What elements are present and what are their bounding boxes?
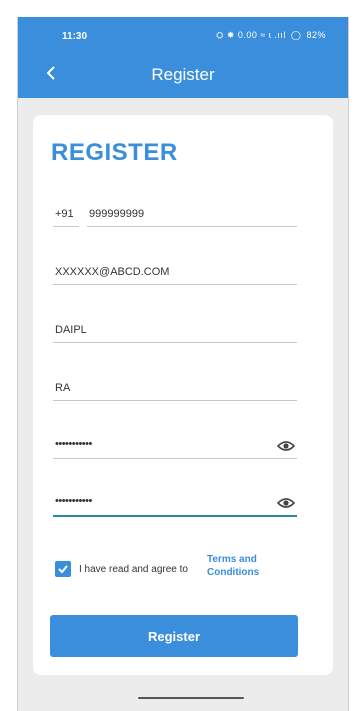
register-card: REGISTER +91 999999999 XXXXXX@ABCD.COM D… [33,115,333,675]
name-value: RA [55,382,71,394]
terms-checkbox[interactable] [55,561,71,577]
app-bar: 11:30 ⛭ ✸ 0.00 ≈ ɩ .ııl ◯ 82% Register [18,17,348,98]
phone-frame: 11:30 ⛭ ✸ 0.00 ≈ ɩ .ııl ◯ 82% Register R… [17,17,349,711]
page-title: Register [151,65,215,84]
status-icons: ⛭ ✸ 0.00 ≈ ɩ .ııl ◯ 82% [214,30,326,41]
phone-field-row: +91 999999999 [53,197,297,227]
consent-label: I have read and agree to [79,564,188,575]
country-code-field[interactable]: +91 [53,197,79,227]
status-indicators: ⛭ ✸ 0.00 ≈ ɩ .ııl [216,30,286,40]
name-field[interactable]: RA [53,371,297,401]
battery-level: 82% [306,30,326,40]
terms-consent: I have read and agree to Terms and Condi… [53,554,303,591]
password-value: ••••••••••• [55,438,92,450]
password-field[interactable]: ••••••••••• [53,429,297,459]
terms-link-line2: Conditions [207,567,260,578]
email-field[interactable]: XXXXXX@ABCD.COM [53,255,297,285]
phone-value: 999999999 [89,208,145,220]
register-button[interactable]: Register [50,615,298,657]
terms-link[interactable]: Terms and Conditions [207,553,259,579]
battery-icon: ◯ [290,30,302,40]
company-value: DAIPL [55,324,87,336]
phone-field[interactable]: 999999999 [87,197,297,227]
status-time: 11:30 [62,31,88,42]
eye-icon[interactable] [277,440,295,452]
confirm-password-field[interactable]: ••••••••••• [53,487,297,517]
company-field[interactable]: DAIPL [53,313,297,343]
eye-icon[interactable] [277,497,295,509]
confirm-password-value: ••••••••••• [55,495,92,507]
form-heading: REGISTER [51,139,178,166]
terms-link-line1: Terms and [207,554,257,565]
email-value: XXXXXX@ABCD.COM [55,266,170,278]
check-icon [58,565,68,574]
home-indicator [138,697,244,699]
country-code-value: +91 [55,208,74,220]
